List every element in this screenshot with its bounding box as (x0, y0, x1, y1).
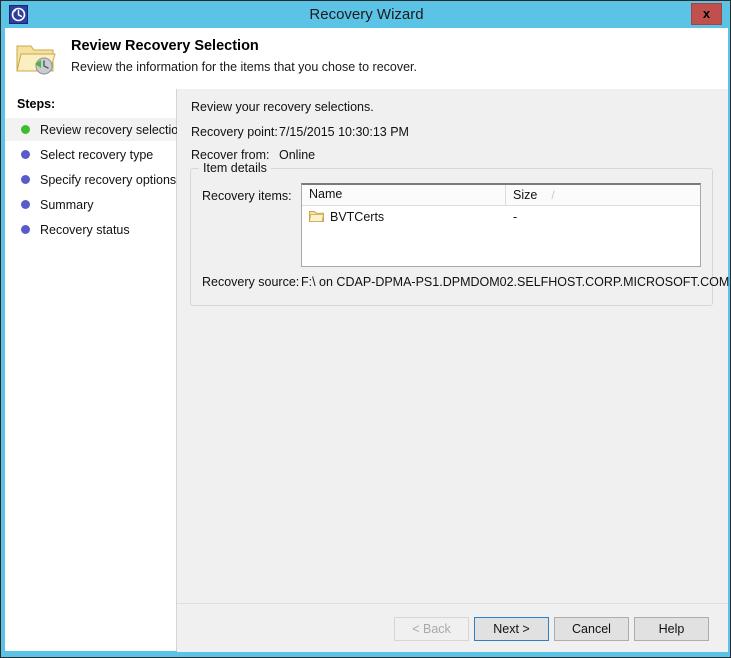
recover-from-value: Online (279, 148, 316, 162)
wizard-header: Review Recovery Selection Review the inf… (5, 28, 728, 89)
column-header-size-label: Size (513, 187, 538, 202)
button-bar: < Back Next > Cancel Help (177, 603, 728, 652)
sidebar-item-recovery-status[interactable]: Recovery status (5, 218, 176, 241)
step-bullet-icon (21, 150, 30, 159)
sort-indicator-icon: / (551, 187, 555, 202)
sidebar-item-summary[interactable]: Summary (5, 193, 176, 216)
title-bar: Recovery Wizard x (1, 1, 730, 28)
step-bullet-icon (21, 175, 30, 184)
row-name-label: BVTCerts (330, 209, 385, 224)
cancel-button[interactable]: Cancel (554, 617, 629, 641)
main-panel: Review your recovery selections. Recover… (177, 89, 729, 651)
row-size-cell: - (513, 209, 518, 224)
recovery-wizard-window: Recovery Wizard x Review Recovery Select… (0, 0, 731, 658)
item-details-title: Item details (199, 161, 271, 175)
steps-sidebar: Steps: Review recovery selection Select … (5, 89, 185, 651)
folder-icon (309, 210, 324, 223)
intro-text: Review your recovery selections. (191, 100, 374, 114)
help-button[interactable]: Help (634, 617, 709, 641)
recover-from-label: Recover from: (191, 148, 270, 162)
close-icon[interactable]: x (691, 3, 722, 25)
window-title: Recovery Wizard (309, 6, 424, 23)
listview-header: Name Size / (302, 185, 700, 206)
folder-recovery-icon (13, 38, 59, 80)
sidebar-item-label: Recovery status (40, 222, 130, 237)
wizard-body: Steps: Review recovery selection Select … (5, 89, 729, 652)
sidebar-item-label: Select recovery type (40, 147, 154, 162)
sidebar-item-select-recovery-type[interactable]: Select recovery type (5, 143, 176, 166)
step-bullet-icon (21, 125, 30, 134)
sidebar-item-label: Review recovery selection (40, 122, 186, 137)
sidebar-item-label: Summary (40, 197, 94, 212)
page-title: Review Recovery Selection (71, 38, 259, 54)
sidebar-item-specify-recovery-options[interactable]: Specify recovery options (5, 168, 176, 191)
step-bullet-icon (21, 225, 30, 234)
steps-heading: Steps: (17, 97, 56, 111)
recovery-source-label: Recovery source: (202, 275, 300, 289)
next-button[interactable]: Next > (474, 617, 549, 641)
recovery-point-value: 7/15/2015 10:30:13 PM (279, 125, 409, 139)
recovery-items-label: Recovery items: (202, 189, 292, 203)
column-header-name[interactable]: Name (302, 185, 506, 205)
recovery-items-listview[interactable]: Name Size / BVTCerts - (301, 183, 701, 267)
step-bullet-icon (21, 200, 30, 209)
recovery-source-value: F:\ on CDAP-DPMA-PS1.DPMDOM02.SELFHOST.C… (301, 275, 730, 289)
sidebar-item-review-recovery-selection[interactable]: Review recovery selection (5, 118, 185, 141)
recovery-point-label: Recovery point: (191, 125, 278, 139)
row-name-cell: BVTCerts (302, 210, 506, 224)
back-button[interactable]: < Back (394, 617, 469, 641)
sidebar-item-label: Specify recovery options (40, 172, 177, 187)
table-row[interactable]: BVTCerts - (302, 206, 700, 227)
page-subtitle: Review the information for the items tha… (71, 60, 418, 74)
item-details-group: Item details Recovery items: Name Size / (190, 161, 729, 306)
column-header-size[interactable]: Size / (506, 185, 700, 205)
